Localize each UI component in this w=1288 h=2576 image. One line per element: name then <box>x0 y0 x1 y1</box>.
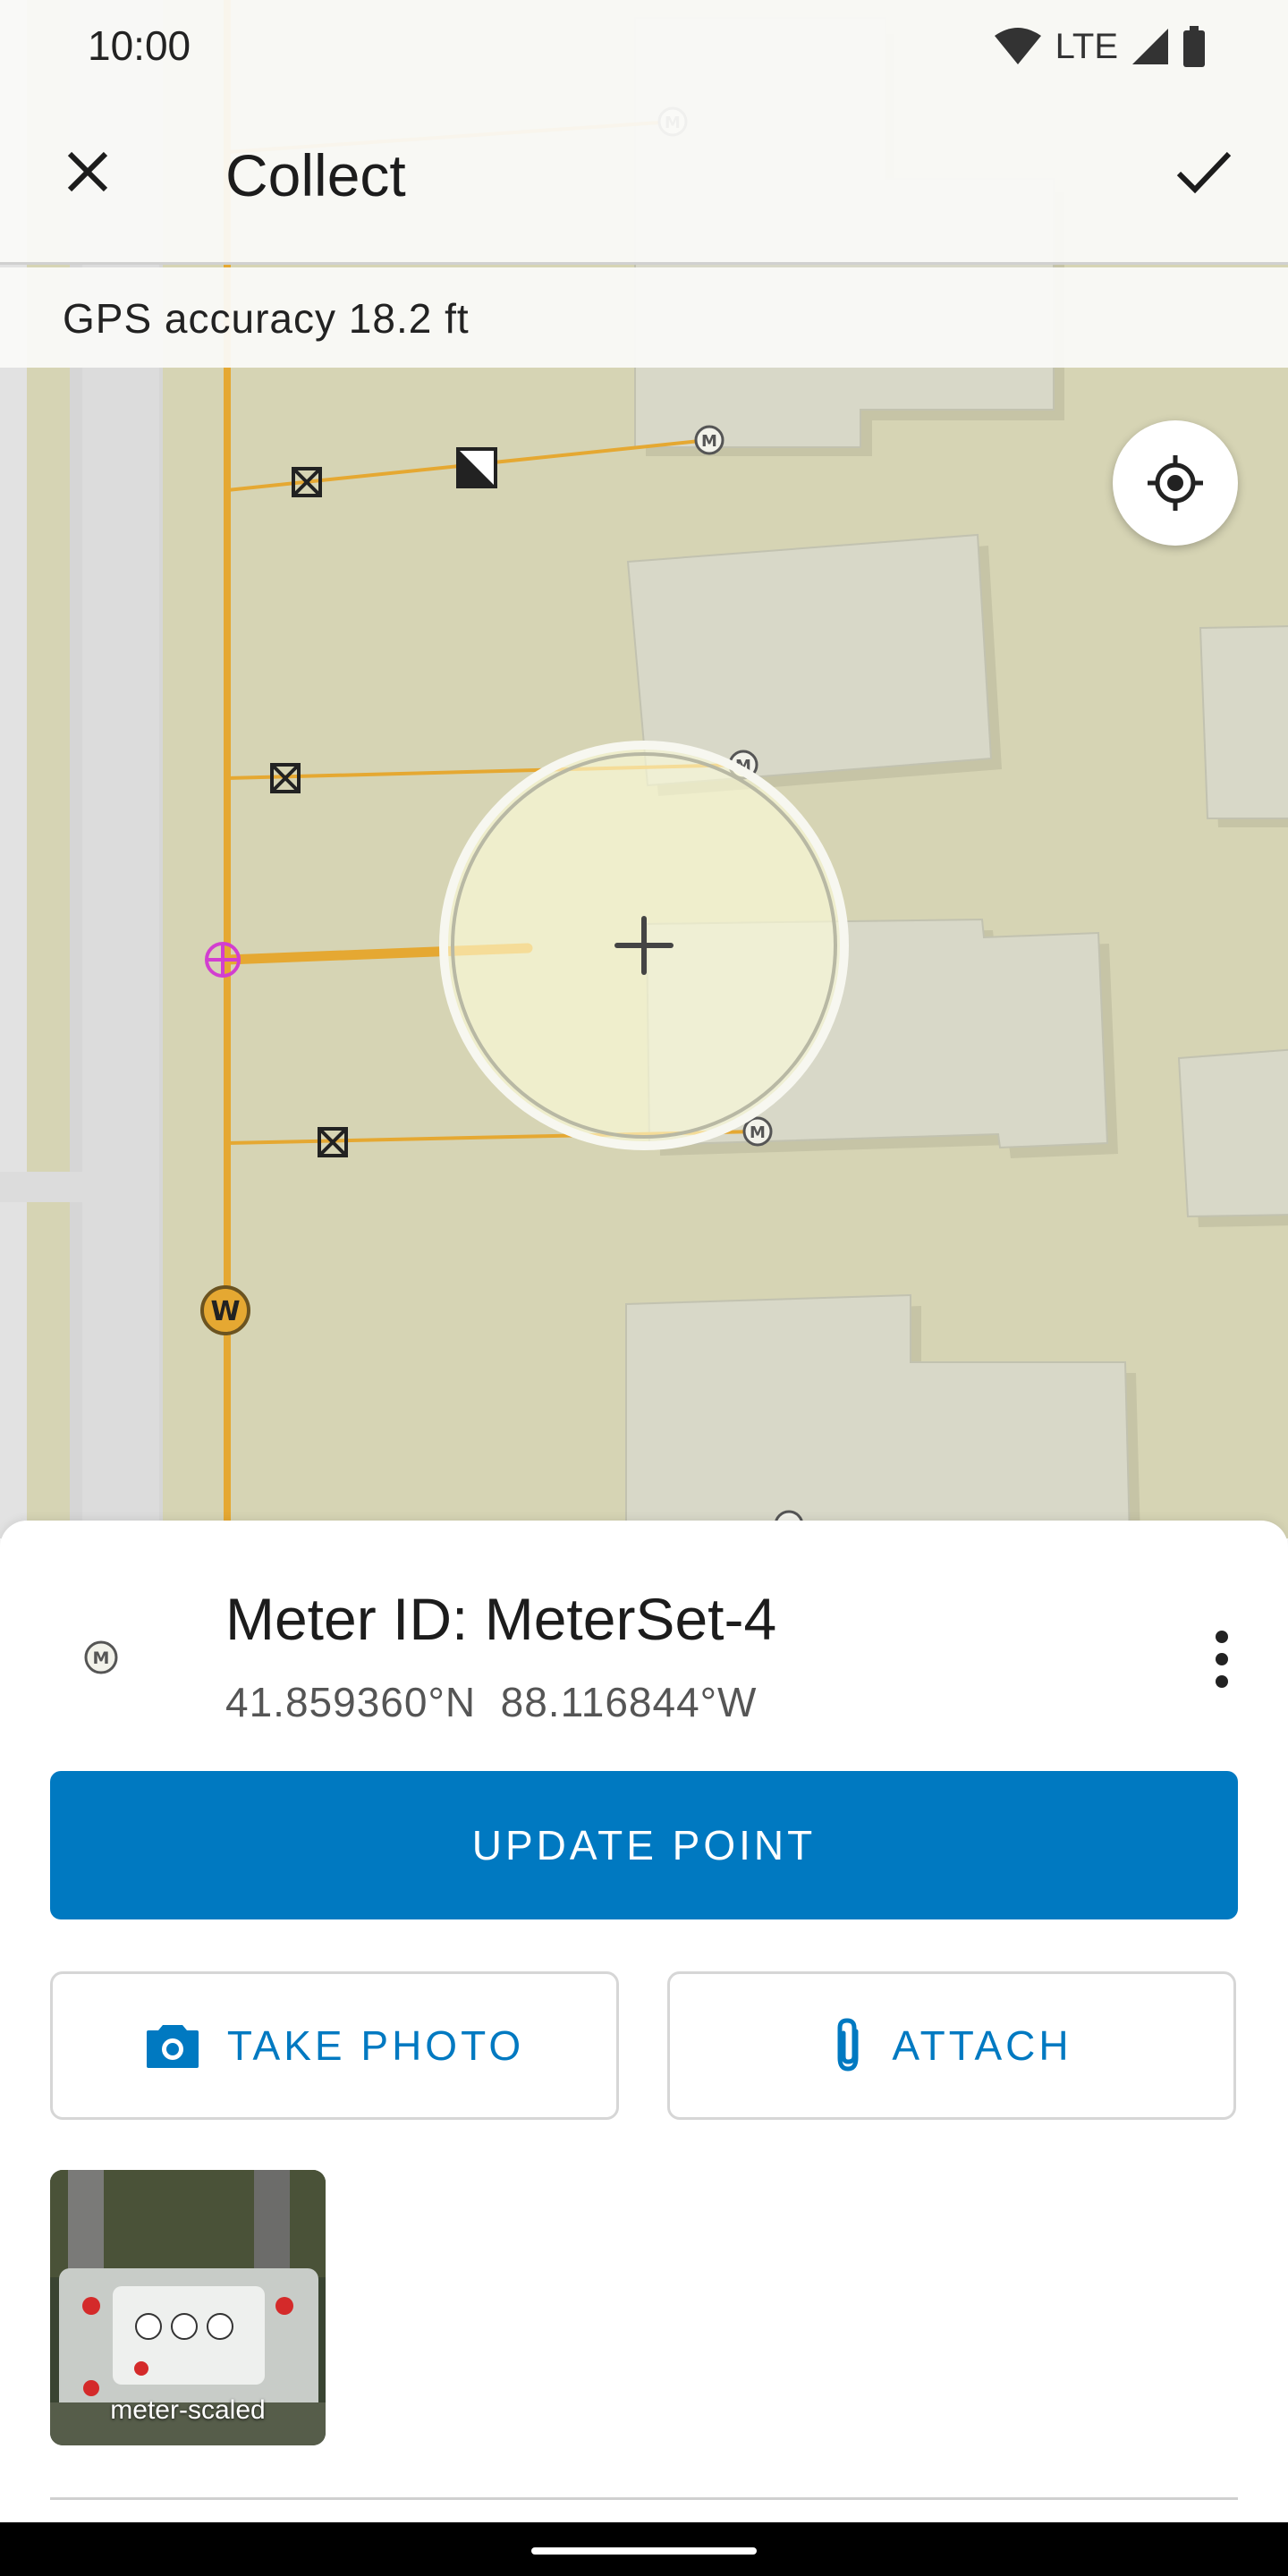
close-button[interactable] <box>52 136 123 208</box>
junction-marker <box>205 942 241 978</box>
close-icon <box>67 151 108 192</box>
wifi-icon <box>994 28 1041 64</box>
divider <box>50 2497 1238 2500</box>
gps-accuracy-text: GPS accuracy 18.2 ft <box>63 295 470 342</box>
locate-button[interactable] <box>1113 420 1238 546</box>
attach-button[interactable]: ATTACH <box>667 1971 1236 2120</box>
home-handle[interactable] <box>531 2547 757 2555</box>
status-time: 10:00 <box>88 22 191 69</box>
attachment-label: meter-scaled <box>110 2395 266 2425</box>
building <box>1177 1048 1288 1218</box>
network-type: LTE <box>1055 26 1118 66</box>
confirm-button[interactable] <box>1161 136 1247 208</box>
take-photo-label: TAKE PHOTO <box>226 2022 525 2069</box>
feature-sheet: M Meter ID: MeterSet-4 41.859360°N 88.11… <box>0 1521 1288 2522</box>
building <box>625 1293 1131 1538</box>
svg-text:M: M <box>750 1123 766 1142</box>
overflow-menu-button[interactable] <box>1195 1619 1249 1699</box>
svg-text:W: W <box>210 1296 240 1327</box>
svg-text:M: M <box>93 1648 110 1668</box>
gps-accuracy-bar: GPS accuracy 18.2 ft <box>0 267 1288 368</box>
valve-symbols <box>270 467 348 1157</box>
paperclip-icon <box>837 2018 859 2072</box>
status-icons: LTE <box>993 21 1206 72</box>
fitting-symbol <box>456 447 497 488</box>
update-point-button[interactable]: UPDATE POINT <box>50 1771 1238 1919</box>
attachment-thumbnail[interactable]: meter-scaled <box>50 2170 326 2445</box>
page-title: Collect <box>225 142 406 208</box>
meter-icon: M <box>84 1640 118 1674</box>
app-bar: Collect <box>0 89 1288 265</box>
camera-icon <box>146 2025 199 2068</box>
more-vert-icon <box>1216 1631 1228 1688</box>
cell-signal-icon <box>1132 29 1168 64</box>
feature-title: Meter ID: MeterSet-4 <box>225 1586 777 1652</box>
svg-text:M: M <box>701 432 717 451</box>
my-location-icon <box>1148 455 1203 511</box>
side-street <box>0 1172 82 1202</box>
building <box>1199 625 1288 819</box>
feature-coordinates: 41.859360°N 88.116844°W <box>225 1679 758 1725</box>
battery-icon <box>1183 26 1205 67</box>
attach-label: ATTACH <box>892 2022 1072 2069</box>
status-bar: 10:00 LTE <box>0 0 1288 89</box>
check-icon <box>1176 151 1232 194</box>
system-nav-bar <box>0 2522 1288 2576</box>
take-photo-button[interactable]: TAKE PHOTO <box>50 1971 619 2120</box>
